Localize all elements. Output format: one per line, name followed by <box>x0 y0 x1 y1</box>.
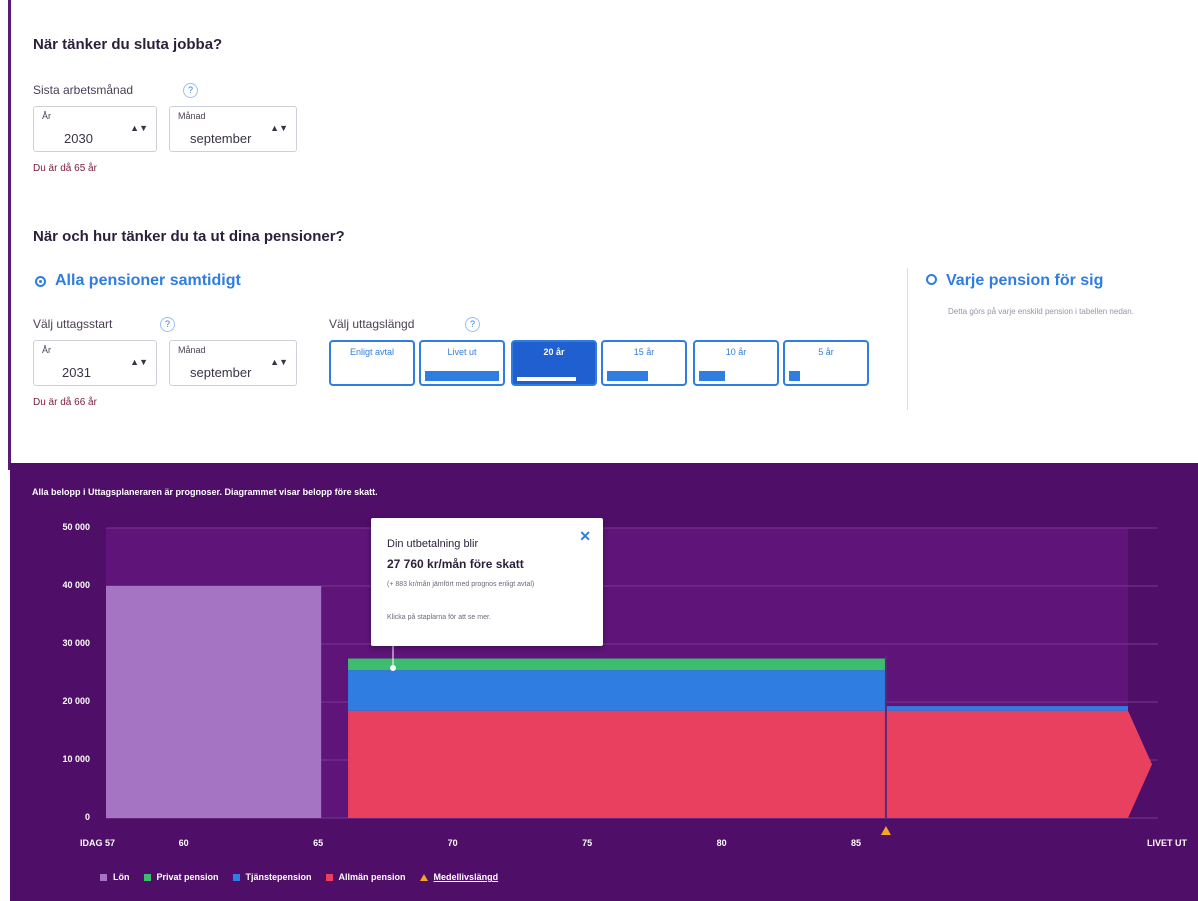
legend-item: Privat pension <box>143 872 219 882</box>
legend-label: Allmän pension <box>338 872 406 882</box>
tooltip-line1: Din utbetalning blir <box>387 538 479 550</box>
legend-swatch <box>143 873 151 881</box>
legend-item: Tjänstepension <box>232 872 312 882</box>
close-icon[interactable]: ✕ <box>579 528 591 545</box>
y-tick-label: 30 000 <box>62 638 90 648</box>
chart-legend: Lön Privat pension Tjänstepension Allmän pe… <box>100 872 498 882</box>
x-tick-label: 60 <box>178 838 189 848</box>
bar-arrow-livet-ut <box>1128 710 1152 818</box>
y-tick-label: 0 <box>84 812 90 822</box>
bar-tjanstepension <box>885 706 1128 711</box>
legend-label: Medellivslängd <box>433 872 499 882</box>
medellivslangd-marker <box>880 826 891 835</box>
legend-label: Privat pension <box>156 872 219 882</box>
bar-lon <box>106 586 322 818</box>
tooltip-amount: 27 760 kr/mån före skatt <box>387 557 524 571</box>
tooltip-comparison: (+ 883 kr/mån jämfört med prognos enligt… <box>387 581 535 588</box>
x-tick-label: LIVET UT <box>1147 838 1187 848</box>
legend-item: Allmän pension <box>325 872 406 882</box>
y-tick-label: 10 000 <box>62 754 90 764</box>
legend-swatch <box>325 873 333 881</box>
y-tick-label: 20 000 <box>62 696 90 706</box>
legend-label: Tjänstepension <box>245 872 312 882</box>
legend-swatch <box>100 873 107 881</box>
bar-allman-pension <box>885 710 1128 818</box>
x-tick-label: 75 <box>582 838 593 848</box>
bar-privat-pension <box>348 658 886 671</box>
y-tick-label: 40 000 <box>62 580 90 590</box>
pension-chart[interactable] <box>0 0 1198 901</box>
payout-tooltip: Din utbetalning blir 27 760 kr/mån före … <box>371 518 603 646</box>
x-tick-label: 65 <box>313 838 324 848</box>
x-tick-label: 80 <box>716 838 727 848</box>
x-tick-label: IDAG 57 <box>80 838 116 848</box>
bar-allman-pension <box>348 710 886 818</box>
legend-label: Lön <box>113 872 130 882</box>
legend-item[interactable]: Medellivslängd <box>419 872 499 882</box>
y-tick-label: 50 000 <box>62 522 90 532</box>
legend-swatch <box>232 873 240 881</box>
x-tick-label: 85 <box>851 838 862 848</box>
legend-item: Lön <box>100 872 130 882</box>
bar-tjanstepension <box>348 670 886 711</box>
triangle-icon <box>419 873 428 881</box>
tooltip-hint: Klicka på staplarna för att se mer. <box>387 614 491 621</box>
x-tick-label: 70 <box>447 838 458 848</box>
tooltip-pointer-dot <box>390 665 396 671</box>
